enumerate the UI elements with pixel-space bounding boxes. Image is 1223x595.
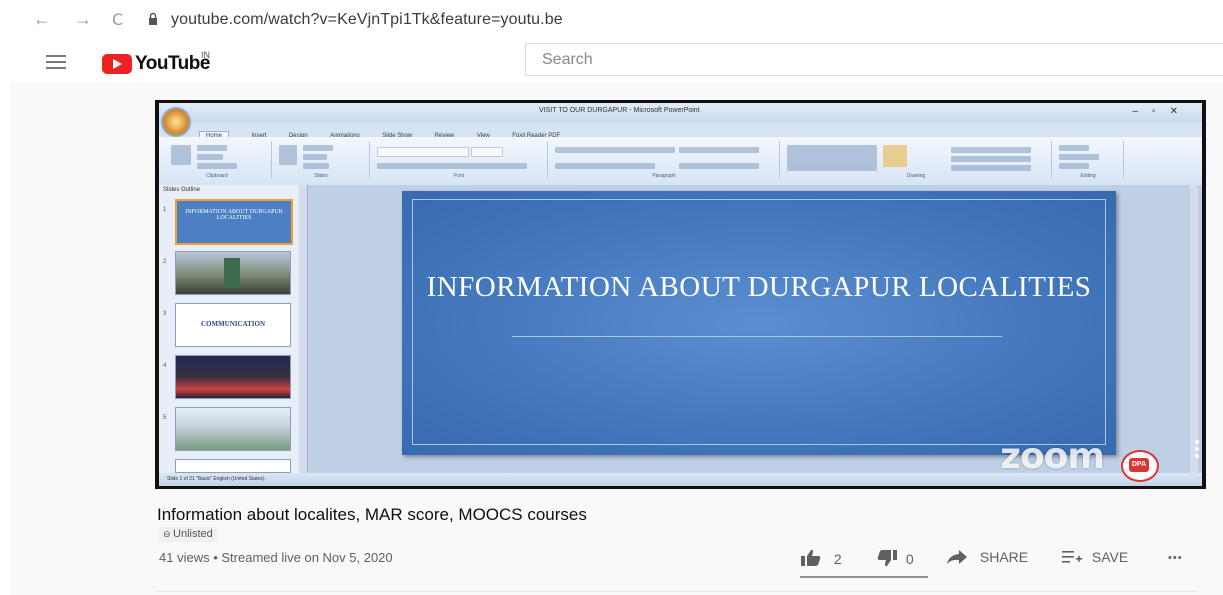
ribbon-group: Font xyxy=(371,141,548,179)
slide-editing-area: INFORMATION ABOUT DURGAPUR LOCALITIES xyxy=(308,185,1202,473)
ribbon-group-label: Slides xyxy=(314,173,328,179)
pane-tabs: Slides Outline xyxy=(163,187,201,193)
slide-thumbnail xyxy=(175,407,291,451)
slide-thumbnail xyxy=(175,355,291,399)
playlist-add-icon xyxy=(1062,551,1082,563)
ribbon-group: Clipboard xyxy=(163,141,272,179)
lock-icon xyxy=(149,12,157,25)
stream-date: Streamed live on Nov 5, 2020 xyxy=(221,550,393,565)
reload-icon[interactable]: C xyxy=(112,10,123,29)
ribbon-group: Paragraph xyxy=(549,141,780,179)
slide-divider xyxy=(512,336,1002,337)
search-placeholder: Search xyxy=(542,51,593,68)
dislike-button[interactable]: 0 xyxy=(876,549,914,567)
thumb-number: 3 xyxy=(163,311,167,317)
ppt-ribbon: Clipboard Slides Font Paragraph Drawing … xyxy=(159,137,1202,186)
menu-icon[interactable] xyxy=(46,55,66,69)
ribbon-group: Editing xyxy=(1053,141,1124,179)
thumb-title: COMMUNICATION xyxy=(200,320,266,328)
view-count: 41 views xyxy=(159,550,210,565)
back-icon[interactable]: ← xyxy=(33,9,51,30)
share-label: SHARE xyxy=(979,549,1029,565)
status-text: Slide 1 of 21 "Basic" English (United St… xyxy=(167,476,265,482)
more-actions-icon[interactable]: ••• xyxy=(1168,552,1183,564)
ribbon-group-label: Clipboard xyxy=(206,173,228,179)
ribbon-group: Slides xyxy=(273,141,370,179)
thumb-title: INFORMATION ABOUT DURGAPUR LOCALITIES xyxy=(185,209,283,221)
ppt-titlebar: VISIT TO OUR DURGAPUR - Microsoft PowerP… xyxy=(159,103,1202,123)
office-button-icon xyxy=(163,109,189,135)
ribbon-group: Drawing xyxy=(781,141,1052,179)
thumbs-down-icon xyxy=(877,550,897,567)
forward-icon[interactable]: → xyxy=(74,9,92,30)
slide-scrollbar xyxy=(1190,185,1198,473)
video-title: Information about localites, MAR score, … xyxy=(157,505,587,524)
slide-thumbnail: INFORMATION ABOUT DURGAPUR LOCALITIES xyxy=(175,199,293,245)
privacy-badge: ⊖ Unlisted xyxy=(159,527,217,542)
browser-toolbar: ← → C youtube.com/watch?v=KeVjnTpi1Tk&fe… xyxy=(0,0,1223,42)
save-button[interactable]: SAVE xyxy=(1062,549,1128,565)
ribbon-group-label: Paragraph xyxy=(652,173,676,179)
dislike-count: 0 xyxy=(905,551,914,567)
thumb-number: 4 xyxy=(163,363,167,369)
pane-scrollbar xyxy=(299,185,307,473)
search-input[interactable]: Search xyxy=(525,43,1223,76)
youtube-logo-text: YouTube xyxy=(135,53,210,74)
slide-thumbnail xyxy=(175,459,291,473)
save-label: SAVE xyxy=(1091,549,1129,565)
share-button[interactable]: SHARE xyxy=(946,549,1028,565)
video-player[interactable]: VISIT TO OUR DURGAPUR - Microsoft PowerP… xyxy=(155,100,1206,489)
ribbon-group-label: Drawing xyxy=(906,173,926,179)
privacy-label: Unlisted xyxy=(173,528,213,540)
window-controls-icon: –▫✕ xyxy=(1132,106,1192,117)
zoom-watermark: zoom xyxy=(1000,436,1105,477)
sentiment-bar xyxy=(800,576,928,578)
ppt-tabs: Home Insert Design Animations Slide Show… xyxy=(199,124,578,140)
slide-thumbnail: COMMUNICATION xyxy=(175,303,291,347)
thumb-number: 1 xyxy=(163,207,167,213)
like-button[interactable]: 2 xyxy=(800,549,842,567)
more-vertical-icon[interactable] xyxy=(1195,440,1199,461)
region-code: IN xyxy=(201,50,210,60)
like-count: 2 xyxy=(833,551,842,567)
slides-pane: Slides Outline 1 INFORMATION ABOUT DURGA… xyxy=(159,185,308,473)
current-slide: INFORMATION ABOUT DURGAPUR LOCALITIES xyxy=(402,191,1116,455)
thumb-number: 5 xyxy=(163,415,167,421)
slide-frame xyxy=(412,199,1106,445)
divider xyxy=(157,591,1197,592)
address-bar[interactable]: youtube.com/watch?v=KeVjnTpi1Tk&feature=… xyxy=(171,11,563,29)
ribbon-group-label: Font xyxy=(453,173,464,179)
thumb-number: 2 xyxy=(163,259,167,265)
play-icon xyxy=(102,54,132,74)
powerpoint-window: VISIT TO OUR DURGAPUR - Microsoft PowerP… xyxy=(159,103,1202,486)
slide-title: INFORMATION ABOUT DURGAPUR LOCALITIES xyxy=(426,271,1092,303)
unlisted-icon: ⊖ xyxy=(163,529,174,539)
channel-badge-icon: DPA xyxy=(1121,450,1159,482)
ppt-window-title: VISIT TO OUR DURGAPUR - Microsoft PowerP… xyxy=(539,107,700,114)
share-icon xyxy=(947,550,967,564)
slide-thumbnail xyxy=(175,251,291,295)
video-meta: 41 views • Streamed live on Nov 5, 2020 xyxy=(159,550,393,565)
ribbon-group-label: Editing xyxy=(1080,173,1096,179)
thumbs-up-icon xyxy=(801,549,821,566)
